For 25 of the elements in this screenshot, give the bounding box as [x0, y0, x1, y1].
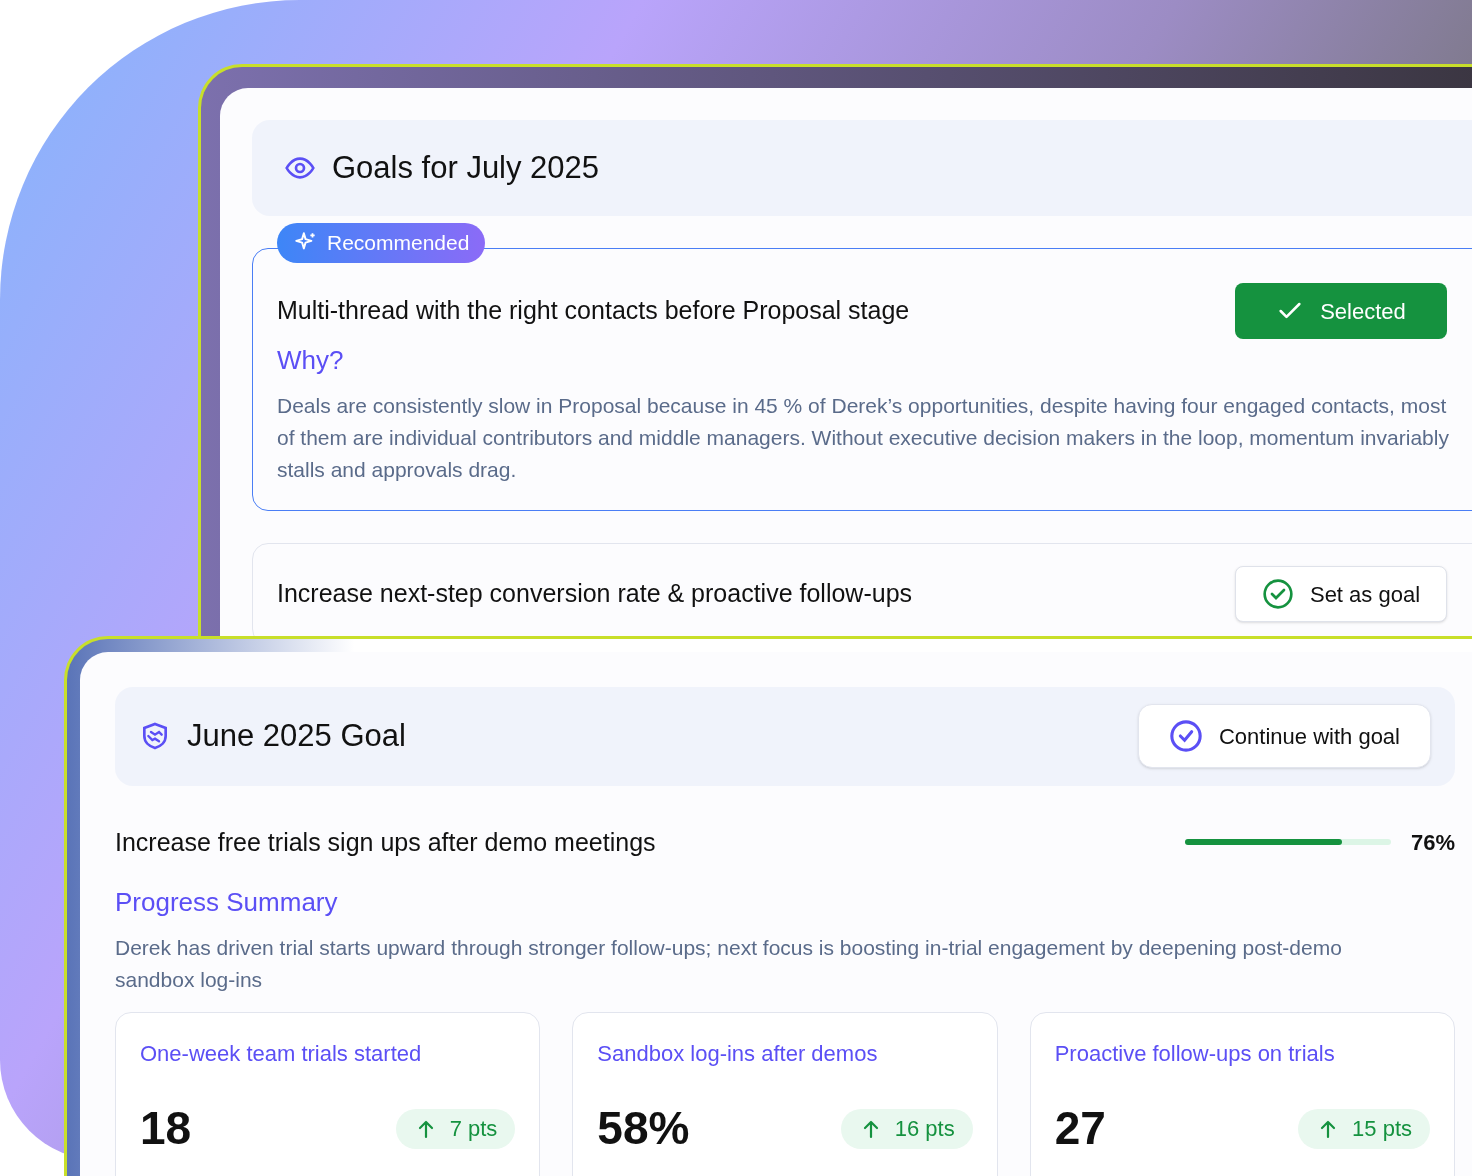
continue-goal-button[interactable]: Continue with goal: [1138, 704, 1431, 769]
set-goal-button[interactable]: Set as goal: [1235, 566, 1447, 622]
progress-percent: 76%: [1410, 828, 1455, 857]
metric-value: 27: [1054, 1101, 1106, 1156]
check-circle-icon: [1169, 719, 1203, 754]
panel-title: Goals for July 2025: [332, 148, 600, 187]
goal-title: Multi-thread with the right contacts before Proposal stage: [277, 295, 910, 327]
summary-text: Derek has driven trial starts upward through stronger follow-ups; next focus is boosting in-trial engagement by deepening post-demo sandbox log-ins: [115, 935, 1343, 993]
summary-heading: Progress Summary: [115, 886, 339, 919]
delta-value: 16 pts: [894, 1115, 955, 1143]
metric-value: 18: [140, 1101, 192, 1156]
metric-value: 58%: [597, 1101, 690, 1156]
goal-title: Increase free trials sign ups after demo meetings: [115, 826, 657, 858]
selected-button[interactable]: Selected: [1235, 283, 1447, 339]
delta-value: 15 pts: [1352, 1115, 1412, 1143]
why-text: Deals are consistently slow in Proposal because in 45 % of Derek’s opportunities, despite having four engaged contacts, most of them are individual contributors and middle managers. Without executive decision makers in the loop, momentum invariably stalls and approvals drag.: [277, 393, 1450, 483]
metric-label: Sandbox log-ins after demos: [597, 1040, 879, 1068]
check-circle-icon: [1261, 578, 1294, 610]
metric-label: One-week team trials started: [140, 1040, 423, 1068]
metric-label: Proactive follow-ups on trials: [1054, 1040, 1336, 1068]
goal-title: Increase next-step conversion rate & proactive follow-ups: [277, 578, 913, 610]
why-heading: Why?: [277, 344, 345, 377]
panel-title: June 2025 Goal: [187, 717, 406, 755]
delta-value: 7 pts: [449, 1115, 498, 1143]
badge-label: Recommended: [327, 230, 470, 257]
